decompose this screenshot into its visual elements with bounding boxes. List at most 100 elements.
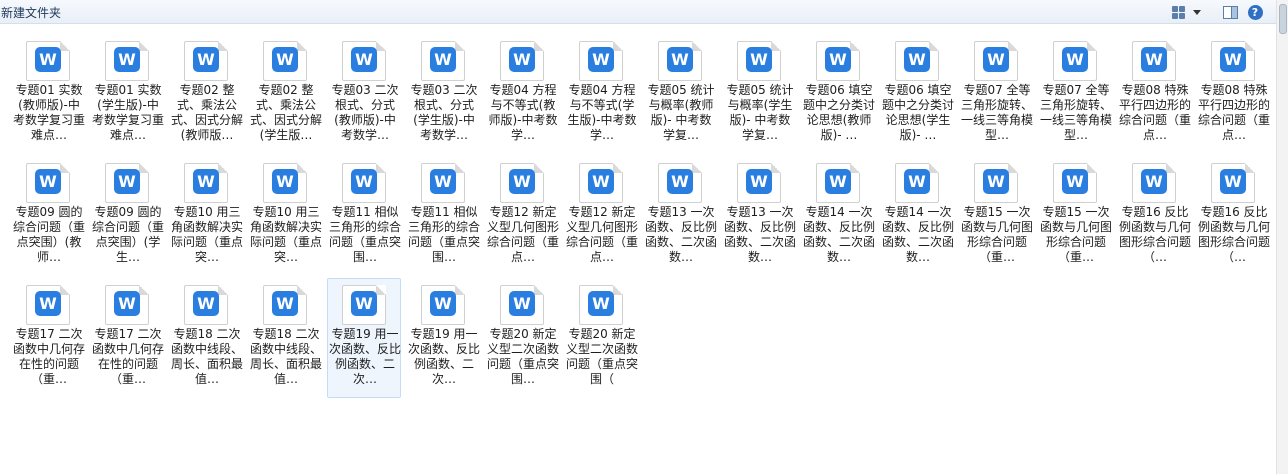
wps-document-icon: W bbox=[184, 41, 228, 81]
file-item[interactable]: W 专题11 相似三角形的综合问题（重点突围… bbox=[406, 156, 480, 276]
wps-document-icon: W bbox=[1211, 41, 1255, 81]
wps-document-icon: W bbox=[263, 41, 307, 81]
file-name-label: 专题17 二次函数中几何存在性的问题（重… bbox=[13, 327, 85, 386]
help-icon: ? bbox=[1247, 4, 1263, 20]
file-name-label: 专题09 圆的综合问题（重点突围）(教师… bbox=[13, 205, 85, 264]
wps-w-logo-icon: W bbox=[904, 169, 930, 194]
wps-w-logo-icon: W bbox=[509, 47, 535, 72]
file-item[interactable]: W 专题03 二次根式、分式(学生版)-中考数学… bbox=[406, 34, 480, 154]
wps-w-logo-icon: W bbox=[193, 47, 219, 72]
file-item[interactable]: W 专题12 新定义型几何图形综合问题（重点… bbox=[564, 156, 638, 276]
wps-w-logo-icon: W bbox=[430, 169, 456, 194]
file-item[interactable]: W 专题10 用三角函数解决实际问题（重点突… bbox=[248, 156, 322, 276]
file-name-label: 专题02 整式、乘法公式、因式分解(学生版… bbox=[250, 83, 322, 142]
file-name-label: 专题14 一次函数、反比例函数、二次函数… bbox=[882, 205, 954, 264]
wps-w-logo-icon: W bbox=[35, 47, 61, 72]
wps-w-logo-icon: W bbox=[509, 291, 535, 316]
file-item[interactable]: W 专题09 圆的综合问题（重点突围）(学生… bbox=[90, 156, 164, 276]
file-name-label: 专题03 二次根式、分式(学生版)-中考数学… bbox=[410, 83, 478, 142]
file-name-label: 专题03 二次根式、分式(教师版)-中考数学… bbox=[331, 83, 399, 142]
file-name-label: 专题05 统计与概率(教师版)- 中考数学复… bbox=[647, 83, 715, 142]
wps-document-icon: W bbox=[342, 41, 386, 81]
wps-document-icon: W bbox=[737, 163, 781, 203]
view-dropdown-button[interactable] bbox=[1192, 3, 1202, 21]
file-item[interactable]: W 专题12 新定义型几何图形综合问题（重点… bbox=[485, 156, 559, 276]
file-item[interactable]: W 专题05 统计与概率(学生版)- 中考数学复… bbox=[722, 34, 796, 154]
file-name-label: 专题05 统计与概率(学生版)- 中考数学复… bbox=[726, 83, 794, 142]
file-item[interactable]: W 专题14 一次函数、反比例函数、二次函数… bbox=[880, 156, 954, 276]
wps-w-logo-icon: W bbox=[114, 169, 140, 194]
file-item[interactable]: W 专题01 实数(教师版)-中考数学复习重难点… bbox=[11, 34, 85, 154]
file-item[interactable]: W 专题05 统计与概率(教师版)- 中考数学复… bbox=[643, 34, 717, 154]
file-item[interactable]: W 专题18 二次函数中线段、周长、面积最值… bbox=[248, 278, 322, 398]
file-item[interactable]: W 专题17 二次函数中几何存在性的问题（重… bbox=[11, 278, 85, 398]
file-item[interactable]: W 专题17 二次函数中几何存在性的问题（重… bbox=[90, 278, 164, 398]
file-item[interactable]: W 专题13 一次函数、反比例函数、二次函数… bbox=[722, 156, 796, 276]
wps-w-logo-icon: W bbox=[983, 169, 1009, 194]
wps-document-icon: W bbox=[895, 41, 939, 81]
file-item[interactable]: W 专题06 填空题中之分类讨论思想(学生版)- … bbox=[880, 34, 954, 154]
file-item[interactable]: W 专题16 反比例函数与几何图形综合问题（… bbox=[1117, 156, 1191, 276]
file-item[interactable]: W 专题13 一次函数、反比例函数、二次函数… bbox=[643, 156, 717, 276]
file-item[interactable]: W 专题07 全等三角形旋转、一线三等角模型… bbox=[1038, 34, 1112, 154]
file-item[interactable]: W 专题02 整式、乘法公式、因式分解(教师版… bbox=[169, 34, 243, 154]
wps-document-icon: W bbox=[1132, 41, 1176, 81]
file-name-label: 专题15 一次函数与几何图形综合问题（重… bbox=[1040, 205, 1112, 264]
file-item[interactable]: W 专题02 整式、乘法公式、因式分解(学生版… bbox=[248, 34, 322, 154]
file-name-label: 专题18 二次函数中线段、周长、面积最值… bbox=[250, 327, 322, 386]
wps-w-logo-icon: W bbox=[430, 47, 456, 72]
file-item[interactable]: W 专题04 方程与不等式(教师版)-中考数学… bbox=[485, 34, 559, 154]
folder-title: 新建文件夹 bbox=[1, 6, 62, 20]
file-item[interactable]: W 专题14 一次函数、反比例函数、二次函数… bbox=[801, 156, 875, 276]
preview-pane-button[interactable] bbox=[1220, 3, 1240, 21]
file-item[interactable]: W 专题19 用一次函数、反比例函数、二次… bbox=[327, 278, 401, 398]
vertical-scrollbar[interactable] bbox=[1276, 0, 1288, 474]
file-name-label: 专题17 二次函数中几何存在性的问题（重… bbox=[92, 327, 164, 386]
wps-w-logo-icon: W bbox=[351, 169, 377, 194]
file-item[interactable]: W 专题18 二次函数中线段、周长、面积最值… bbox=[169, 278, 243, 398]
wps-w-logo-icon: W bbox=[746, 169, 772, 194]
file-name-label: 专题02 整式、乘法公式、因式分解(教师版… bbox=[171, 83, 243, 142]
file-name-label: 专题08 特殊平行四边形的综合问题（重点… bbox=[1198, 83, 1270, 142]
file-item[interactable]: W 专题03 二次根式、分式(教师版)-中考数学… bbox=[327, 34, 401, 154]
wps-document-icon: W bbox=[1211, 163, 1255, 203]
file-item[interactable]: W 专题20 新定义型二次函数问题（重点突围（ bbox=[564, 278, 638, 398]
file-item[interactable]: W 专题08 特殊平行四边形的综合问题（重点… bbox=[1196, 34, 1270, 154]
wps-document-icon: W bbox=[105, 285, 149, 325]
wps-w-logo-icon: W bbox=[588, 169, 614, 194]
file-name-label: 专题08 特殊平行四边形的综合问题（重点… bbox=[1119, 83, 1191, 142]
scrollbar-thumb[interactable] bbox=[1279, 4, 1287, 34]
wps-document-icon: W bbox=[421, 163, 465, 203]
wps-w-logo-icon: W bbox=[193, 169, 219, 194]
wps-w-logo-icon: W bbox=[114, 47, 140, 72]
file-name-label: 专题06 填空题中之分类讨论思想(学生版)- … bbox=[882, 83, 954, 142]
file-item[interactable]: W 专题19 用一次函数、反比例函数、二次… bbox=[406, 278, 480, 398]
explorer-toolbar: 新建文件夹 ? bbox=[0, 0, 1288, 24]
file-item[interactable]: W 专题04 方程与不等式(学生版)-中考数学… bbox=[564, 34, 638, 154]
file-name-label: 专题07 全等三角形旋转、一线三等角模型… bbox=[1040, 83, 1112, 142]
wps-w-logo-icon: W bbox=[825, 47, 851, 72]
file-name-label: 专题19 用一次函数、反比例函数、二次… bbox=[329, 327, 401, 386]
file-item[interactable]: W 专题01 实数(学生版)-中考数学复习重难点… bbox=[90, 34, 164, 154]
file-item[interactable]: W 专题16 反比例函数与几何图形综合问题（… bbox=[1196, 156, 1270, 276]
file-item[interactable]: W 专题11 相似三角形的综合问题（重点突围… bbox=[327, 156, 401, 276]
file-item[interactable]: W 专题15 一次函数与几何图形综合问题（重… bbox=[959, 156, 1033, 276]
file-item[interactable]: W 专题09 圆的综合问题（重点突围）(教师… bbox=[11, 156, 85, 276]
file-item[interactable]: W 专题10 用三角函数解决实际问题（重点突… bbox=[169, 156, 243, 276]
file-item[interactable]: W 专题20 新定义型二次函数问题（重点突围… bbox=[485, 278, 559, 398]
file-item[interactable]: W 专题07 全等三角形旋转、一线三等角模型… bbox=[959, 34, 1033, 154]
file-item[interactable]: W 专题06 填空题中之分类讨论思想(教师版)- … bbox=[801, 34, 875, 154]
wps-w-logo-icon: W bbox=[35, 291, 61, 316]
file-item[interactable]: W 专题15 一次函数与几何图形综合问题（重… bbox=[1038, 156, 1112, 276]
file-name-label: 专题04 方程与不等式(学生版)-中考数学… bbox=[567, 83, 637, 142]
wps-w-logo-icon: W bbox=[351, 291, 377, 316]
wps-w-logo-icon: W bbox=[667, 47, 693, 72]
view-change-button[interactable] bbox=[1168, 3, 1188, 21]
chevron-down-icon bbox=[1193, 9, 1201, 15]
wps-w-logo-icon: W bbox=[351, 47, 377, 72]
wps-document-icon: W bbox=[105, 41, 149, 81]
file-item[interactable]: W 专题08 特殊平行四边形的综合问题（重点… bbox=[1117, 34, 1191, 154]
help-button[interactable]: ? bbox=[1245, 3, 1265, 21]
file-name-label: 专题04 方程与不等式(教师版)-中考数学… bbox=[488, 83, 558, 142]
wps-document-icon: W bbox=[737, 41, 781, 81]
